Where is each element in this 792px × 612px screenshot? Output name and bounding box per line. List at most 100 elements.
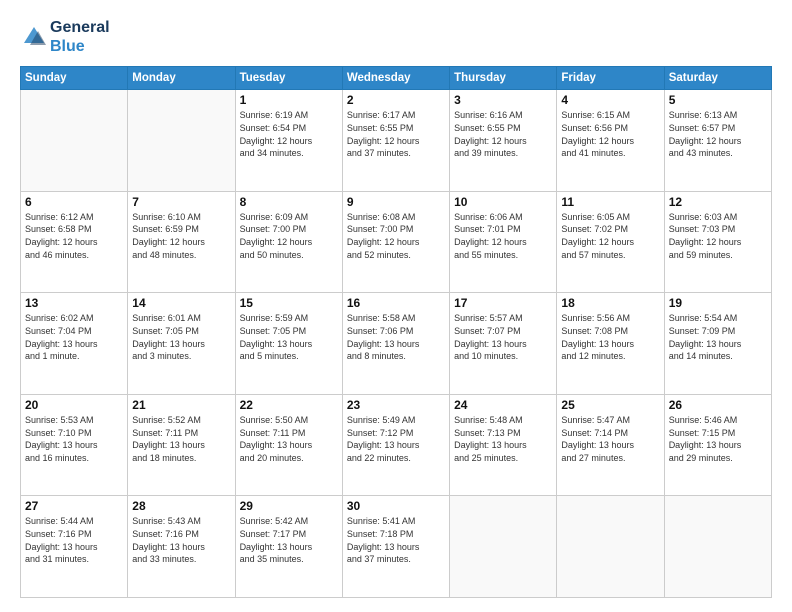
calendar-cell: 20Sunrise: 5:53 AM Sunset: 7:10 PM Dayli… (21, 394, 128, 496)
cell-info: Sunrise: 6:08 AM Sunset: 7:00 PM Dayligh… (347, 211, 445, 261)
logo-text: General Blue (50, 18, 110, 56)
day-number: 16 (347, 296, 445, 310)
logo: General Blue (20, 18, 110, 56)
day-number: 18 (561, 296, 659, 310)
cell-info: Sunrise: 5:49 AM Sunset: 7:12 PM Dayligh… (347, 414, 445, 464)
day-number: 3 (454, 93, 552, 107)
calendar-cell: 25 Sunrise: 5:47 AM Sunset: 7:14 PM Dayli… (557, 394, 664, 496)
cell-info: Sunrise: 6:01 AM Sunset: 7:05 PM Dayligh… (132, 312, 230, 362)
cell-info: Sunrise: 5:59 AM Sunset: 7:05 PM Dayligh… (240, 312, 338, 362)
calendar-cell: 11Sunrise: 6:05 AM Sunset: 7:02 PM Dayli… (557, 191, 664, 293)
cell-info: Sunrise: 5:50 AM Sunset: 7:11 PM Dayligh… (240, 414, 338, 464)
day-of-week-header: Friday (557, 67, 664, 90)
day-number: 21 (132, 398, 230, 412)
day-number: 7 (132, 195, 230, 209)
calendar-cell: 26Sunrise: 5:46 AM Sunset: 7:15 PM Dayli… (664, 394, 771, 496)
day-number: 5 (669, 93, 767, 107)
cell-info: Sunrise: 5:56 AM Sunset: 7:08 PM Dayligh… (561, 312, 659, 362)
logo-icon (20, 23, 48, 51)
calendar-cell: 29 Sunrise: 5:42 AM Sunset: 7:17 PM Dayli… (235, 496, 342, 598)
calendar-cell: 14 Sunrise: 6:01 AM Sunset: 7:05 PM Dayli… (128, 293, 235, 395)
header: General Blue (20, 18, 772, 56)
cell-info: Sunrise: 5:54 AM Sunset: 7:09 PM Dayligh… (669, 312, 767, 362)
calendar-cell: 15Sunrise: 5:59 AM Sunset: 7:05 PM Dayli… (235, 293, 342, 395)
day-number: 2 (347, 93, 445, 107)
calendar-week-row: 1 Sunrise: 6:19 AM Sunset: 6:54 PM Daylig… (21, 90, 772, 192)
calendar-cell: 7 Sunrise: 6:10 AM Sunset: 6:59 PM Daylig… (128, 191, 235, 293)
calendar-cell: 4Sunrise: 6:15 AM Sunset: 6:56 PM Daylig… (557, 90, 664, 192)
page: General Blue SundayMondayTuesdayWednesda… (0, 0, 792, 612)
day-number: 12 (669, 195, 767, 209)
cell-info: Sunrise: 5:47 AM Sunset: 7:14 PM Dayligh… (561, 414, 659, 464)
cell-info: Sunrise: 6:13 AM Sunset: 6:57 PM Dayligh… (669, 109, 767, 159)
day-of-week-header: Thursday (450, 67, 557, 90)
calendar-cell (128, 90, 235, 192)
day-of-week-header: Monday (128, 67, 235, 90)
calendar-cell: 10Sunrise: 6:06 AM Sunset: 7:01 PM Dayli… (450, 191, 557, 293)
day-number: 11 (561, 195, 659, 209)
day-number: 17 (454, 296, 552, 310)
calendar-cell (450, 496, 557, 598)
calendar-cell: 13 Sunrise: 6:02 AM Sunset: 7:04 PM Dayli… (21, 293, 128, 395)
cell-info: Sunrise: 6:02 AM Sunset: 7:04 PM Dayligh… (25, 312, 123, 362)
calendar-cell: 16 Sunrise: 5:58 AM Sunset: 7:06 PM Dayli… (342, 293, 449, 395)
calendar-cell: 18 Sunrise: 5:56 AM Sunset: 7:08 PM Dayli… (557, 293, 664, 395)
day-number: 14 (132, 296, 230, 310)
calendar-cell: 5 Sunrise: 6:13 AM Sunset: 6:57 PM Daylig… (664, 90, 771, 192)
calendar-cell (21, 90, 128, 192)
day-number: 10 (454, 195, 552, 209)
calendar-cell: 3 Sunrise: 6:16 AM Sunset: 6:55 PM Daylig… (450, 90, 557, 192)
calendar-cell: 2 Sunrise: 6:17 AM Sunset: 6:55 PM Daylig… (342, 90, 449, 192)
calendar-table: SundayMondayTuesdayWednesdayThursdayFrid… (20, 66, 772, 598)
cell-info: Sunrise: 6:17 AM Sunset: 6:55 PM Dayligh… (347, 109, 445, 159)
cell-info: Sunrise: 5:41 AM Sunset: 7:18 PM Dayligh… (347, 515, 445, 565)
day-number: 28 (132, 499, 230, 513)
cell-info: Sunrise: 5:58 AM Sunset: 7:06 PM Dayligh… (347, 312, 445, 362)
cell-info: Sunrise: 6:12 AM Sunset: 6:58 PM Dayligh… (25, 211, 123, 261)
cell-info: Sunrise: 5:48 AM Sunset: 7:13 PM Dayligh… (454, 414, 552, 464)
day-of-week-header: Saturday (664, 67, 771, 90)
calendar-week-row: 27Sunrise: 5:44 AM Sunset: 7:16 PM Dayli… (21, 496, 772, 598)
day-number: 25 (561, 398, 659, 412)
cell-info: Sunrise: 5:42 AM Sunset: 7:17 PM Dayligh… (240, 515, 338, 565)
day-number: 9 (347, 195, 445, 209)
day-number: 24 (454, 398, 552, 412)
cell-info: Sunrise: 6:10 AM Sunset: 6:59 PM Dayligh… (132, 211, 230, 261)
day-number: 8 (240, 195, 338, 209)
calendar-week-row: 20Sunrise: 5:53 AM Sunset: 7:10 PM Dayli… (21, 394, 772, 496)
calendar-cell: 1 Sunrise: 6:19 AM Sunset: 6:54 PM Daylig… (235, 90, 342, 192)
day-number: 27 (25, 499, 123, 513)
calendar-cell (664, 496, 771, 598)
day-of-week-header: Wednesday (342, 67, 449, 90)
day-number: 26 (669, 398, 767, 412)
day-number: 22 (240, 398, 338, 412)
calendar-week-row: 13 Sunrise: 6:02 AM Sunset: 7:04 PM Dayli… (21, 293, 772, 395)
cell-info: Sunrise: 5:57 AM Sunset: 7:07 PM Dayligh… (454, 312, 552, 362)
calendar-cell: 28 Sunrise: 5:43 AM Sunset: 7:16 PM Dayli… (128, 496, 235, 598)
day-of-week-header: Tuesday (235, 67, 342, 90)
calendar-week-row: 6 Sunrise: 6:12 AM Sunset: 6:58 PM Daylig… (21, 191, 772, 293)
calendar-cell: 12Sunrise: 6:03 AM Sunset: 7:03 PM Dayli… (664, 191, 771, 293)
calendar-cell: 21 Sunrise: 5:52 AM Sunset: 7:11 PM Dayli… (128, 394, 235, 496)
cell-info: Sunrise: 5:43 AM Sunset: 7:16 PM Dayligh… (132, 515, 230, 565)
calendar-cell: 27Sunrise: 5:44 AM Sunset: 7:16 PM Dayli… (21, 496, 128, 598)
cell-info: Sunrise: 6:19 AM Sunset: 6:54 PM Dayligh… (240, 109, 338, 159)
calendar-cell: 9 Sunrise: 6:08 AM Sunset: 7:00 PM Daylig… (342, 191, 449, 293)
day-number: 6 (25, 195, 123, 209)
cell-info: Sunrise: 5:52 AM Sunset: 7:11 PM Dayligh… (132, 414, 230, 464)
calendar-cell: 30 Sunrise: 5:41 AM Sunset: 7:18 PM Dayli… (342, 496, 449, 598)
calendar-cell: 24 Sunrise: 5:48 AM Sunset: 7:13 PM Dayli… (450, 394, 557, 496)
cell-info: Sunrise: 6:16 AM Sunset: 6:55 PM Dayligh… (454, 109, 552, 159)
day-number: 19 (669, 296, 767, 310)
calendar-cell: 6 Sunrise: 6:12 AM Sunset: 6:58 PM Daylig… (21, 191, 128, 293)
day-number: 20 (25, 398, 123, 412)
cell-info: Sunrise: 6:09 AM Sunset: 7:00 PM Dayligh… (240, 211, 338, 261)
day-number: 13 (25, 296, 123, 310)
calendar-cell (557, 496, 664, 598)
calendar-cell: 23Sunrise: 5:49 AM Sunset: 7:12 PM Dayli… (342, 394, 449, 496)
day-number: 29 (240, 499, 338, 513)
calendar-header-row: SundayMondayTuesdayWednesdayThursdayFrid… (21, 67, 772, 90)
day-of-week-header: Sunday (21, 67, 128, 90)
day-number: 30 (347, 499, 445, 513)
day-number: 1 (240, 93, 338, 107)
